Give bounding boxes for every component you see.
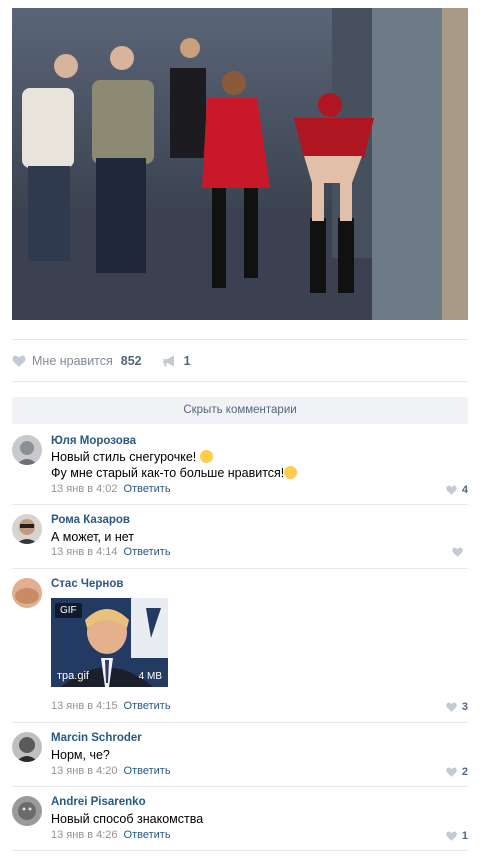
comment-like[interactable]: 2 bbox=[446, 766, 468, 778]
reply-link[interactable]: Ответить bbox=[124, 700, 171, 712]
divider bbox=[12, 339, 468, 340]
heart-icon bbox=[446, 831, 457, 841]
heart-icon bbox=[446, 702, 457, 712]
reply-link[interactable]: Ответить bbox=[124, 765, 171, 777]
comment-author[interactable]: Стас Чернов bbox=[51, 578, 123, 590]
like-label[interactable]: Мне нравится bbox=[32, 354, 113, 368]
comment-time[interactable]: 13 янв в 4:26 bbox=[51, 829, 118, 841]
avatar[interactable] bbox=[12, 514, 42, 544]
comment-like[interactable]: 4 bbox=[446, 484, 468, 496]
hide-comments-button[interactable]: Скрыть комментарии bbox=[12, 397, 468, 424]
comment-author[interactable]: Andrei Pisarenko bbox=[51, 796, 146, 808]
heart-icon[interactable] bbox=[12, 355, 26, 367]
like-count[interactable]: 852 bbox=[121, 354, 142, 368]
smiley-icon bbox=[199, 450, 213, 463]
comment-meta: 13 янв в 4:15 Ответить bbox=[51, 700, 171, 712]
comment-time[interactable]: 13 янв в 4:15 bbox=[51, 700, 118, 712]
comment-meta: 13 янв в 4:14 Ответить bbox=[51, 546, 171, 558]
comment-author[interactable]: Marcin Schroder bbox=[51, 732, 142, 744]
comment-text: А может, и нет bbox=[51, 530, 135, 544]
comment-meta: 13 янв в 4:26 Ответить bbox=[51, 829, 171, 841]
gif-filename: тра.gif bbox=[57, 670, 89, 682]
street-photo-illustration bbox=[12, 8, 468, 320]
divider bbox=[12, 850, 468, 851]
comment-time[interactable]: 13 янв в 4:20 bbox=[51, 765, 118, 777]
comment-text: Новый способ знакомства bbox=[51, 812, 204, 826]
comment-text: Норм, че? bbox=[51, 748, 110, 762]
comment-meta: 13 янв в 4:20 Ответить bbox=[51, 765, 171, 777]
smiley-icon bbox=[284, 465, 298, 479]
gif-badge: GIF bbox=[55, 603, 82, 618]
gif-filesize: 4 MB bbox=[138, 671, 162, 682]
comment-time[interactable]: 13 янв в 4:14 bbox=[51, 546, 118, 558]
comment-like[interactable]: 1 bbox=[446, 830, 468, 842]
comment-time[interactable]: 13 янв в 4:02 bbox=[51, 483, 118, 495]
gif-attachment[interactable]: GIF тра.gif 4 MB bbox=[51, 598, 168, 687]
divider bbox=[12, 722, 468, 723]
heart-icon bbox=[452, 547, 463, 557]
reply-link[interactable]: Ответить bbox=[124, 546, 171, 558]
comment-text: Новый стиль снегурочке! Фу мне старый ка… bbox=[51, 450, 298, 481]
avatar[interactable] bbox=[12, 796, 42, 826]
avatar[interactable] bbox=[12, 435, 42, 465]
divider bbox=[12, 381, 468, 382]
heart-icon bbox=[446, 767, 457, 777]
comment-like[interactable]: 3 bbox=[446, 701, 468, 713]
divider bbox=[12, 568, 468, 569]
divider bbox=[12, 504, 468, 505]
comment-like[interactable] bbox=[452, 547, 468, 557]
megaphone-icon[interactable] bbox=[162, 355, 178, 367]
comment-meta: 13 янв в 4:02 Ответить bbox=[51, 483, 171, 495]
reply-link[interactable]: Ответить bbox=[124, 483, 171, 495]
share-count[interactable]: 1 bbox=[184, 354, 191, 368]
avatar[interactable] bbox=[12, 578, 42, 608]
comment-author[interactable]: Юля Морозова bbox=[51, 435, 136, 447]
post-photo[interactable] bbox=[12, 8, 468, 320]
heart-icon bbox=[446, 485, 457, 495]
comment-author[interactable]: Рома Казаров bbox=[51, 514, 130, 526]
post-actions: Мне нравится 852 1 bbox=[12, 352, 191, 370]
avatar[interactable] bbox=[12, 732, 42, 762]
reply-link[interactable]: Ответить bbox=[124, 829, 171, 841]
divider bbox=[12, 786, 468, 787]
